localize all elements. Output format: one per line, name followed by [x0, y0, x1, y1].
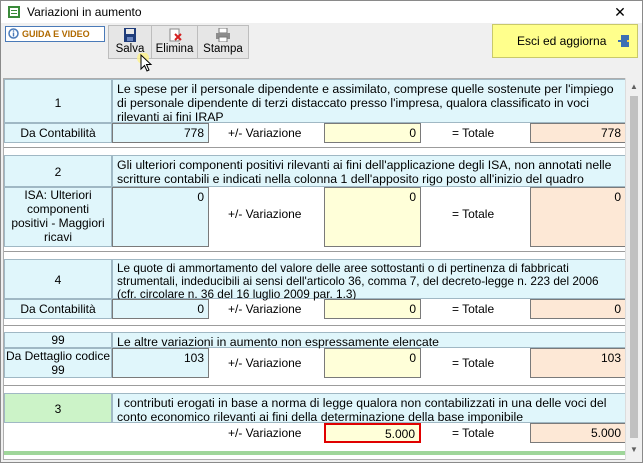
source-label-cell: Da Contabilità	[4, 299, 112, 319]
row-code: 3	[54, 402, 62, 416]
scroll-down-icon[interactable]: ▼	[629, 445, 639, 455]
source-label: ISA: Ulteriori componenti positivi - Mag…	[11, 188, 105, 244]
guida-icon	[8, 28, 19, 39]
row-description: Le spese per il personale dipendente e a…	[112, 79, 626, 124]
scroll-up-icon[interactable]: ▲	[629, 82, 639, 92]
source-label-cell: ISA: Ulteriori componenti positivi - Mag…	[4, 187, 112, 247]
source-label: Da Contabilità	[20, 302, 96, 316]
row-code-cell: 99	[4, 332, 112, 348]
row-code: 2	[54, 165, 62, 179]
row-divider	[4, 325, 626, 326]
variazione-field[interactable]: 0	[324, 187, 421, 247]
toolbar: GUIDA E VIDEO Salva Elimina Stampa Esci …	[1, 23, 642, 78]
row-code: 99	[51, 333, 65, 347]
row-code-cell: 2	[4, 155, 112, 187]
variazione-label: +/- Variazione	[228, 126, 302, 140]
source-label: Da Dettaglio codice 99	[5, 349, 111, 377]
vertical-scrollbar[interactable]: ▲ ▼	[625, 78, 642, 460]
guida-label: GUIDA E VIDEO	[22, 29, 90, 39]
source-label-cell: Da Dettaglio codice 99	[4, 348, 112, 378]
row-code-cell: 3	[4, 393, 112, 423]
variazione-field[interactable]: 0	[324, 299, 421, 319]
delete-icon	[169, 28, 182, 42]
window-title: Variazioni in aumento	[27, 5, 142, 19]
exit-label: Esci ed aggiorna	[517, 34, 607, 48]
totale-field: 0	[530, 187, 626, 247]
variazione-field[interactable]: 5.000	[324, 423, 421, 443]
totale-label: = Totale	[452, 302, 495, 316]
source-value-field[interactable]: 0	[112, 187, 209, 247]
row-description: Gli ulteriori componenti positivi rileva…	[112, 155, 626, 187]
variazioni-window: Variazioni in aumento ✕ GUIDA E VIDEO Sa…	[0, 0, 643, 463]
totale-label: = Totale	[452, 356, 495, 370]
row-divider	[4, 147, 626, 148]
save-icon	[124, 28, 136, 42]
exit-door-icon	[618, 35, 629, 47]
totale-field: 103	[530, 348, 626, 378]
print-button[interactable]: Stampa	[197, 25, 249, 59]
row-description: I contributi erogati in base a norma di …	[112, 393, 626, 424]
title-bar: Variazioni in aumento ✕	[1, 1, 642, 23]
variazione-label: +/- Variazione	[228, 426, 302, 440]
row-code-cell: 1	[4, 79, 112, 123]
row-code: 1	[54, 96, 62, 110]
variazione-label: +/- Variazione	[228, 302, 302, 316]
print-label: Stampa	[203, 43, 243, 55]
print-icon	[216, 28, 230, 42]
source-value-field[interactable]: 778	[112, 123, 209, 143]
row-divider	[4, 251, 626, 252]
pointer-cursor-icon	[137, 53, 153, 72]
scrollbar-thumb[interactable]	[630, 96, 638, 438]
app-icon	[8, 6, 20, 18]
totale-field: 0	[530, 299, 626, 319]
close-button[interactable]: ✕	[606, 1, 634, 23]
row-code-cell: 4	[4, 259, 112, 299]
guida-e-video-button[interactable]: GUIDA E VIDEO	[5, 26, 105, 42]
variazione-field[interactable]: 0	[324, 123, 421, 143]
row-description: Le altre variazioni in aumento non espre…	[112, 332, 626, 349]
totale-label: = Totale	[452, 126, 495, 140]
row-divider	[4, 451, 626, 455]
variazione-field[interactable]: 0	[324, 348, 421, 378]
source-value-field[interactable]: 0	[112, 299, 209, 319]
variations-table[interactable]: 1 Le spese per il personale dipendente e…	[3, 78, 627, 460]
totale-label: = Totale	[452, 207, 495, 221]
source-label-cell: Da Contabilità	[4, 123, 112, 143]
totale-field: 778	[530, 123, 626, 143]
row-divider	[4, 385, 626, 386]
variazione-label: +/- Variazione	[228, 207, 302, 221]
row-description: Le quote di ammortamento del valore dell…	[112, 259, 626, 301]
variazione-label: +/- Variazione	[228, 356, 302, 370]
exit-and-update-button[interactable]: Esci ed aggiorna	[492, 24, 638, 58]
source-label: Da Contabilità	[20, 126, 96, 140]
row-code: 4	[54, 273, 62, 287]
totale-label: = Totale	[452, 426, 495, 440]
source-value-field[interactable]: 103	[112, 348, 209, 378]
totale-field: 5.000	[530, 423, 626, 443]
